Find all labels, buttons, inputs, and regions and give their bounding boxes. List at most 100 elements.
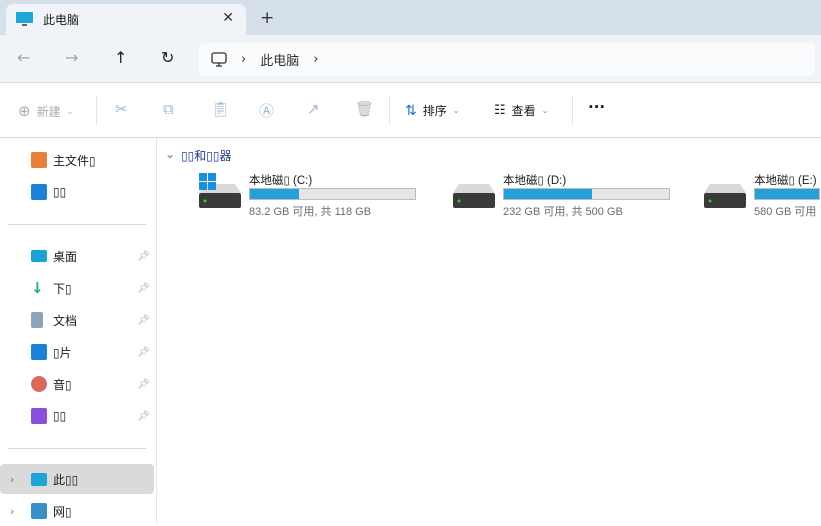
divider	[96, 95, 97, 125]
close-tab-button[interactable]: ✕	[222, 10, 234, 26]
group-header-devices-drives[interactable]: ⌄ ▯▯和▯▯器	[165, 147, 231, 164]
delete-icon[interactable]: 🗑︎	[355, 100, 374, 118]
hard-drive-icon	[453, 184, 495, 208]
sidebar-item-label: 音▯	[53, 377, 72, 392]
tab-bar: 此电脑 ✕ +	[0, 0, 821, 35]
sidebar-item-label: ▯片	[53, 345, 72, 360]
sidebar-item-home[interactable]: 主文件▯	[0, 145, 154, 175]
copy-icon[interactable]: ⧉	[163, 100, 174, 118]
drive-usage-bar	[249, 188, 416, 200]
video-icon	[31, 408, 47, 424]
sidebar-item-music[interactable]: 音▯ 📌︎	[0, 369, 154, 399]
new-button[interactable]: ⊕ 新建 ⌄	[18, 102, 73, 120]
view-label: 查看	[511, 104, 536, 118]
refresh-button[interactable]: ↻	[161, 48, 174, 67]
divider	[572, 95, 573, 125]
sidebar-item-documents[interactable]: 文档 📌︎	[0, 305, 154, 335]
pin-icon[interactable]: 📌︎	[137, 315, 150, 326]
music-icon	[31, 376, 47, 392]
sidebar-item-label: 下▯	[53, 281, 72, 296]
gallery-icon	[31, 184, 47, 200]
windows-logo-icon	[199, 173, 216, 190]
breadcrumb-chevron[interactable]: ›	[313, 52, 318, 67]
more-options-button[interactable]: ···	[588, 98, 605, 116]
new-tab-button[interactable]: +	[260, 8, 274, 28]
sort-icon: ⇅	[405, 102, 417, 119]
sidebar-item-desktop[interactable]: 桌面 📌︎	[0, 241, 154, 271]
navigation-bar: ← → ↑ ↻ › 此电脑 ›	[0, 35, 821, 83]
rename-icon[interactable]: Ⓐ	[259, 100, 274, 121]
sidebar-item-downloads[interactable]: ↓ 下▯ 📌︎	[0, 273, 154, 303]
sidebar-item-label: 桌面	[53, 249, 78, 264]
drive-space-info: 580 GB 可用	[754, 206, 817, 218]
chevron-right-icon[interactable]: ›	[10, 505, 14, 518]
group-title: ▯▯和▯▯器	[181, 149, 232, 163]
home-icon	[31, 152, 47, 168]
drive-name: 本地磁▯ (D:)	[503, 175, 567, 187]
pin-icon[interactable]: 📌︎	[137, 379, 150, 390]
network-icon	[31, 503, 47, 519]
tab-title: 此电脑	[43, 13, 80, 27]
sidebar-item-label: 文档	[53, 313, 78, 328]
drive-space-info: 232 GB 可用, 共 500 GB	[503, 206, 623, 218]
drive-name: 本地磁▯ (E:)	[754, 175, 817, 187]
drive-usage-bar	[503, 188, 670, 200]
sidebar-item-label: 网▯	[53, 504, 72, 519]
drive-item[interactable]: 本地磁▯ (E:) 580 GB 可用	[704, 170, 820, 220]
monitor-icon	[31, 472, 47, 486]
hard-drive-icon	[704, 184, 746, 208]
back-button[interactable]: ←	[17, 48, 30, 67]
drive-item[interactable]: 本地磁▯ (C:) 83.2 GB 可用, 共 118 GB	[199, 170, 429, 220]
chevron-right-icon[interactable]: ›	[10, 473, 14, 486]
sidebar-item-label: 此▯▯	[53, 472, 79, 487]
document-icon	[31, 312, 43, 328]
drive-usage-fill	[755, 189, 819, 199]
pictures-icon	[31, 344, 47, 360]
command-bar: ⊕ 新建 ⌄ ✂ ⧉ 📋︎ Ⓐ ↗ 🗑︎ ⇅ 排序 ⌄ ☷ 查看 ⌄ ···	[0, 83, 821, 138]
monitor-icon	[16, 12, 33, 26]
new-label: 新建	[36, 104, 61, 119]
sort-label: 排序	[422, 104, 447, 118]
sidebar-item-label: ▯▯	[53, 185, 67, 199]
drive-usage-bar	[754, 188, 820, 200]
sidebar-item-label: 主文件▯	[53, 153, 96, 168]
divider	[8, 224, 146, 225]
drive-usage-fill	[504, 189, 593, 199]
sidebar-item-label: ▯▯	[53, 409, 67, 423]
view-list-icon: ☷	[494, 103, 506, 118]
pin-icon[interactable]: 📌︎	[137, 283, 150, 294]
cut-icon[interactable]: ✂	[115, 100, 128, 118]
share-icon[interactable]: ↗	[307, 100, 320, 118]
chevron-down-icon: ⌄	[541, 106, 549, 115]
navigation-pane: 主文件▯ ▯▯ 桌面 📌︎ ↓ 下▯ 📌︎ 文档 📌︎ ▯片 📌︎ 音▯ 📌︎ ▯▯ 📌︎ ›…	[0, 138, 157, 524]
pin-icon[interactable]: 📌︎	[137, 347, 150, 358]
divider	[389, 95, 390, 125]
paste-icon[interactable]: 📋︎	[211, 100, 230, 118]
drive-item[interactable]: 本地磁▯ (D:) 232 GB 可用, 共 500 GB	[453, 170, 683, 220]
forward-button[interactable]: →	[65, 48, 78, 67]
drive-space-info: 83.2 GB 可用, 共 118 GB	[249, 206, 372, 218]
address-bar[interactable]: › 此电脑 ›	[199, 43, 815, 76]
sidebar-item-gallery[interactable]: ▯▯	[0, 177, 154, 207]
chevron-down-icon: ⌄	[165, 147, 176, 161]
sidebar-item-this-pc[interactable]: › 此▯▯	[0, 464, 154, 494]
plus-circle-icon: ⊕	[18, 102, 31, 120]
pin-icon[interactable]: 📌︎	[137, 251, 150, 262]
monitor-icon	[211, 51, 227, 67]
breadcrumb-this-pc[interactable]: 此电脑	[260, 50, 299, 69]
sidebar-item-videos[interactable]: ▯▯ 📌︎	[0, 401, 154, 431]
view-button[interactable]: ☷ 查看 ⌄	[494, 102, 548, 119]
tab-this-pc[interactable]: 此电脑 ✕	[6, 4, 246, 35]
up-button[interactable]: ↑	[114, 48, 127, 67]
pin-icon[interactable]: 📌︎	[137, 411, 150, 422]
sidebar-item-network[interactable]: › 网▯	[0, 496, 154, 526]
chevron-down-icon: ⌄	[66, 106, 74, 116]
drive-usage-fill	[250, 189, 299, 199]
breadcrumb-separator: ›	[241, 52, 247, 67]
download-icon: ↓	[31, 279, 44, 297]
drive-name: 本地磁▯ (C:)	[249, 175, 313, 187]
chevron-down-icon: ⌄	[452, 106, 460, 115]
sort-button[interactable]: ⇅ 排序 ⌄	[405, 102, 459, 119]
sidebar-item-pictures[interactable]: ▯片 📌︎	[0, 337, 154, 367]
desktop-icon	[31, 250, 47, 262]
